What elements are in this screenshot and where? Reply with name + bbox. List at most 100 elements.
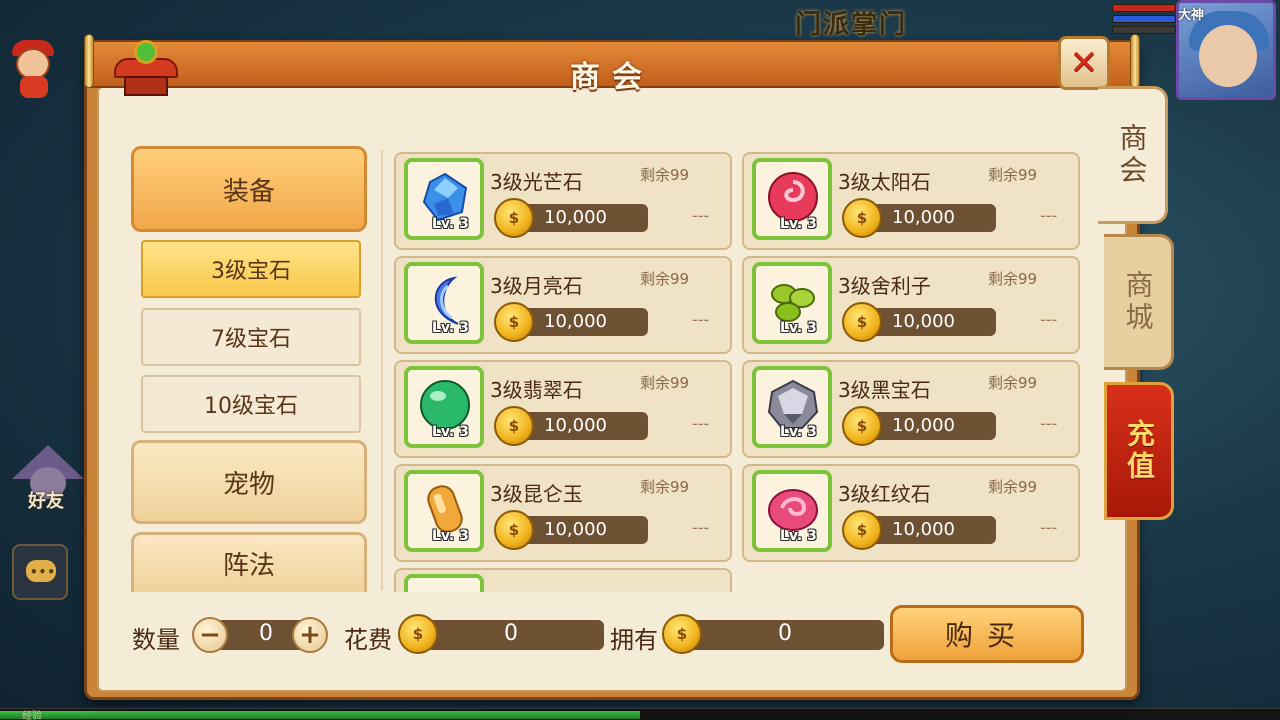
item-owned-placeholder: --- [1040,206,1058,225]
item-icon-frame: Lv. 3 [752,262,832,344]
item-icon-frame: Lv. 3 [404,262,484,344]
decrease-quantity-button[interactable]: − [192,617,228,653]
friends-label: 好友 [28,491,64,512]
gold-coin-icon: $ [398,614,438,654]
tab-recharge[interactable]: 充值 [1104,382,1174,520]
item-card[interactable]: Lv. 3 3级黑宝石 剩余99 10,000 $ --- [742,360,1080,458]
item-icon-frame: Lv. 3 [404,470,484,552]
item-level: Lv. 3 [780,424,817,440]
chat-button[interactable]: ••• [12,544,68,600]
tab-trade-guild-label: 商会 [1115,123,1149,187]
subcategory-level3-gems[interactable]: 3级宝石 [141,240,361,298]
price-bar: 10,000 [514,412,648,440]
player-name: 大神 [1178,8,1205,23]
minus-icon: − [199,620,221,650]
item-stock: 剩余99 [640,166,690,184]
category-equipment[interactable]: 装备 [131,146,367,232]
item-stock: 剩余99 [988,270,1038,288]
item-price: 10,000 [892,519,955,540]
item-owned-placeholder: --- [1040,414,1058,433]
menu-divider [381,150,383,590]
friends-button[interactable]: 好友 [12,445,84,517]
item-icon-frame: Lv. 3 [752,470,832,552]
item-stock: 剩余99 [988,166,1038,184]
owned-value: 0 [778,621,792,646]
mascot-icon[interactable] [6,40,62,100]
item-name: 3级舍利子 [838,274,931,298]
item-owned-placeholder: --- [692,310,710,329]
item-card[interactable]: Lv. 3 3级光芒石 剩余99 10,000 $ --- [394,152,732,250]
item-stock: 剩余99 [640,478,690,496]
item-level: Lv. 3 [432,528,469,544]
price-bar: 10,000 [862,516,996,544]
xp-label: 经验 [22,711,42,720]
category-formation[interactable]: 阵法 [131,532,367,592]
item-card[interactable]: Lv. 3 3级太阳石 剩余99 10,000 $ --- [742,152,1080,250]
experience-bar: 经验 [0,708,1280,720]
item-price: 10,000 [892,415,955,436]
subcategory-level7-gems[interactable]: 7级宝石 [141,308,361,366]
cost-label: 花费 [344,626,392,654]
owned-field: 0 [682,620,884,650]
item-card[interactable]: Lv. 3 3级翡翠石 剩余99 10,000 $ --- [394,360,732,458]
buy-button[interactable]: 购买 [890,605,1084,663]
item-name: 3级月亮石 [490,274,583,298]
close-button[interactable]: ✕ [1058,36,1110,90]
cost-value: 0 [504,621,518,646]
item-card[interactable]: Lv. 3 3级昆仑玉 剩余99 10,000 $ --- [394,464,732,562]
price-bar: 10,000 [514,308,648,336]
item-stock: 剩余99 [640,270,690,288]
subcategory-level10-gems[interactable]: 10级宝石 [141,375,361,433]
gold-coin-icon: $ [662,614,702,654]
shop-icon [114,40,178,98]
item-card[interactable]: Lv. 3 3级月亮石 剩余99 10,000 $ --- [394,256,732,354]
player-status-bars [1112,4,1176,37]
price-bar: 10,000 [862,308,996,336]
gold-coin-icon: $ [494,198,534,238]
item-name: 3级翡翠石 [490,378,583,402]
dialog-title: 商会 [570,60,654,95]
item-name: 3级昆仑玉 [490,482,583,506]
close-icon: ✕ [1069,43,1099,83]
item-price: 10,000 [544,207,607,228]
item-card[interactable]: Lv. 3 3级舍利子 剩余99 10,000 $ --- [742,256,1080,354]
item-owned-placeholder: --- [692,206,710,225]
gold-coin-icon: $ [842,406,882,446]
tab-mall-label: 商城 [1121,270,1155,334]
increase-quantity-button[interactable]: + [292,617,328,653]
item-level: Lv. 3 [432,216,469,232]
item-list[interactable]: Lv. 3 3级光芒石 剩余99 10,000 $ --- Lv. 3 3级太阳… [394,152,1082,592]
gold-coin-icon: $ [494,302,534,342]
item-price: 10,000 [544,311,607,332]
item-level: Lv. 3 [780,528,817,544]
item-level: Lv. 3 [780,320,817,336]
item-owned-placeholder: --- [1040,310,1058,329]
quantity-label: 数量 [132,626,180,654]
gold-coin-icon: $ [494,406,534,446]
gold-coin-icon: $ [494,510,534,550]
item-level: Lv. 3 [780,216,817,232]
item-stock: 剩余99 [988,374,1038,392]
item-card[interactable]: Lv. 3 3级红纹石 剩余99 10,000 $ --- [742,464,1080,562]
item-stock: 剩余99 [640,374,690,392]
category-pet[interactable]: 宠物 [131,440,367,524]
price-bar: 10,000 [862,412,996,440]
item-icon-frame: Lv. 3 [752,366,832,448]
item-name: 3级红纹石 [838,482,931,506]
tab-mall[interactable]: 商城 [1104,234,1174,370]
item-icon-frame: Lv. 3 [752,158,832,240]
plus-icon: + [299,620,321,650]
item-icon-frame: Lv. 3 [404,158,484,240]
item-name: 3级太阳石 [838,170,931,194]
item-name: 3级光芒石 [490,170,583,194]
item-price: 10,000 [892,311,955,332]
item-name: 3级黑宝石 [838,378,931,402]
price-bar: 10,000 [514,516,648,544]
owned-label: 拥有 [610,626,658,654]
item-owned-placeholder: --- [692,518,710,537]
item-level: Lv. 3 [432,320,469,336]
item-level: Lv. 3 [432,424,469,440]
item-card-partial[interactable] [394,568,732,592]
tab-trade-guild[interactable]: 商会 [1098,86,1168,224]
gold-coin-icon: $ [842,302,882,342]
